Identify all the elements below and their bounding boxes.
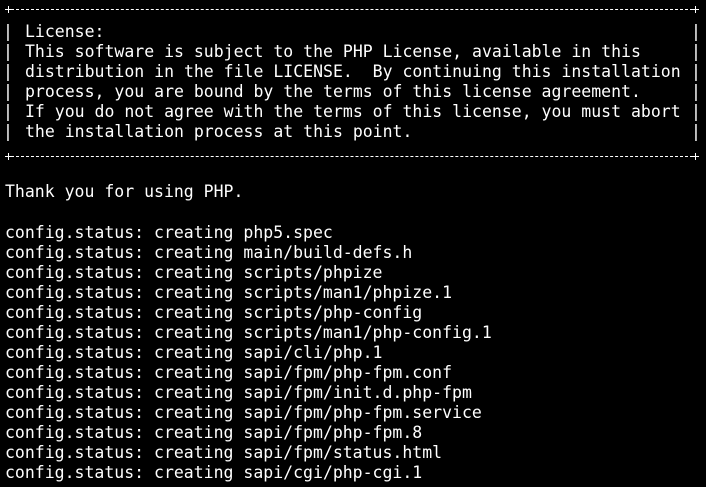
license-line-text: If you do not agree with the terms of th… [25,102,681,121]
license-line-text: process, you are bound by the terms of t… [25,82,641,101]
box-corner-top-right [692,6,699,13]
status-line: config.status: creating sapi/fpm/php-fpm… [5,423,423,442]
box-border-bottom [11,156,693,157]
status-line: config.status: creating sapi/cgi/php-cgi… [5,463,423,482]
license-line-text: the installation process at this point. [25,122,413,141]
license-line: | process, you are bound by the terms of… [3,82,701,102]
terminal-output[interactable]: | License: | | This software is subject … [0,0,706,487]
status-line: config.status: creating main/build-defs.… [5,243,413,262]
status-line: config.status: creating php5.spec [5,223,333,242]
box-border-top [11,9,693,10]
license-line: | distribution in the file LICENSE. By c… [3,62,701,82]
box-border-right: | [691,82,701,101]
license-line: | If you do not agree with the terms of … [3,102,701,122]
thanks-message: Thank you for using PHP. [5,182,244,201]
license-line-text: This software is subject to the PHP Lice… [25,42,641,61]
status-line: config.status: creating scripts/man1/php… [5,283,453,302]
box-border-right: | [691,122,701,141]
status-line: config.status: creating sapi/fpm/php-fpm… [5,363,453,382]
license-text: | License: | | This software is subject … [3,22,701,142]
box-border-right: | [691,102,701,121]
status-line: config.status: creating sapi/cli/php.1 [5,343,383,362]
status-line: config.status: creating sapi/fpm/php-fpm… [5,403,482,422]
license-line-text: distribution in the file LICENSE. By con… [25,62,681,81]
license-line: | This software is subject to the PHP Li… [3,42,701,62]
box-border-right: | [691,22,701,41]
status-line: config.status: creating scripts/php-conf… [5,303,423,322]
status-line: config.status: creating sapi/fpm/status.… [5,443,443,462]
box-border-left: | [3,42,13,61]
box-border-right: | [691,42,701,61]
license-box: | License: | | This software is subject … [3,5,701,160]
status-line: config.status: creating sapi/fpm/init.d.… [5,383,472,402]
license-line: | License: | [3,22,701,42]
box-corner-bottom-right [692,153,699,160]
license-line-text: License: [25,22,105,41]
box-border-left: | [3,122,13,141]
box-border-left: | [3,82,13,101]
box-border-left: | [3,102,13,121]
box-border-right: | [691,62,701,81]
status-line: config.status: creating scripts/phpize [5,263,383,282]
license-line: | the installation process at this point… [3,122,701,142]
box-border-left: | [3,22,13,41]
box-border-left: | [3,62,13,81]
status-line: config.status: creating scripts/man1/php… [5,323,492,342]
